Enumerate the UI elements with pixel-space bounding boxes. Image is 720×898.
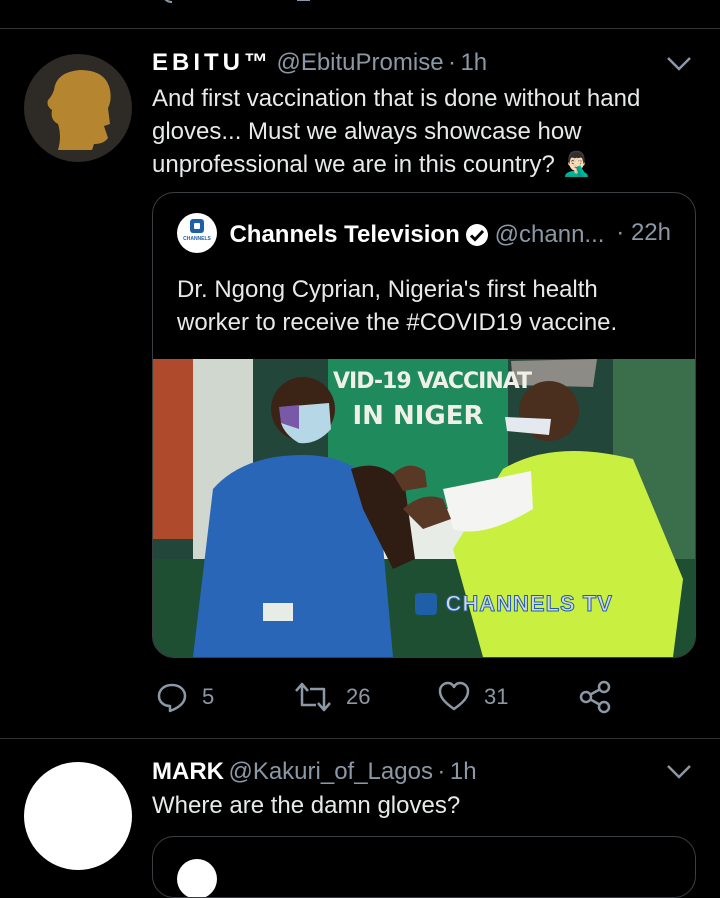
reply-count: 5 (202, 684, 215, 709)
tweet-text-line: unprofessional we are in this country? (152, 151, 555, 178)
tweet-text-line: gloves... Must we always showcase how (152, 118, 582, 145)
quote-timestamp[interactable]: · 22h (616, 219, 671, 247)
tweet-text-line: And first vaccination that is done witho… (152, 85, 641, 112)
facepalm-emoji: 🤦🏻‍♂️ (561, 151, 592, 178)
quote-text-line: Dr. Ngong Cyprian, Nigeria's first healt… (177, 276, 598, 303)
quote-header: CHANNELS Channels Television @chann... (177, 213, 605, 255)
tweet-header: EBITU™ @EbituPromise · 1h (152, 48, 487, 81)
timestamp[interactable]: 1h (460, 49, 487, 76)
display-name[interactable]: EBITU™ (152, 49, 272, 76)
channels-logo-mark (178, 214, 216, 252)
separator-dot: · (448, 49, 456, 76)
tweet-text: And first vaccination that is done witho… (152, 82, 692, 181)
reply-button[interactable]: 5 (156, 675, 214, 719)
timestamp[interactable]: 1h (450, 758, 477, 785)
reply-icon (157, 683, 187, 713)
quote-handle[interactable]: @chann... (495, 221, 605, 248)
divider (0, 28, 720, 29)
like-button[interactable]: 31 (438, 675, 508, 719)
banner-text: VID-19 VACCINAT IN NIGER (333, 365, 532, 433)
display-name[interactable]: MARK (152, 758, 224, 785)
quote-text-line: worker to receive the #COVID19 vaccine. (177, 309, 618, 336)
retweet-icon[interactable] (296, 0, 318, 4)
avatar[interactable] (24, 54, 132, 162)
share-icon[interactable] (592, 0, 614, 4)
banner-line: IN NIGER (352, 401, 484, 431)
channels-logo[interactable]: CHANNELS (177, 213, 217, 253)
heart-icon (438, 681, 470, 711)
share-icon (579, 680, 611, 714)
retweet-button[interactable]: 26 (294, 675, 370, 719)
handle[interactable]: @Kakuri_of_Lagos (228, 758, 433, 785)
avatar[interactable] (24, 762, 132, 870)
watermark-logo-icon (415, 593, 437, 615)
logo-text: CHANNELS (183, 236, 211, 242)
quote-logo-partial (177, 859, 217, 897)
chevron-down-icon[interactable] (666, 56, 692, 72)
divider (0, 738, 720, 739)
watermark-text: CHANNELS TV (445, 591, 613, 617)
verified-badge-icon (466, 224, 489, 246)
reply-header: MARK @Kakuri_of_Lagos · 1h (152, 757, 477, 790)
banner-line: VID-19 VACCINAT (333, 369, 532, 394)
tweet-action-bar: 5 26 31 (152, 675, 632, 719)
quote-media-image[interactable]: VID-19 VACCINAT IN NIGER CHANNELS TV (153, 359, 695, 657)
retweet-count: 26 (346, 684, 371, 709)
like-icon[interactable] (442, 0, 464, 4)
chevron-down-icon[interactable] (666, 764, 692, 780)
separator-dot: · (437, 758, 446, 785)
share-button[interactable] (578, 675, 612, 719)
quote-text: Dr. Ngong Cyprian, Nigeria's first healt… (177, 273, 637, 339)
quote-display-name[interactable]: Channels Television (229, 221, 459, 248)
watermark: CHANNELS TV (415, 591, 613, 617)
head-silhouette-logo (47, 70, 111, 150)
quote-tweet-card[interactable]: CHANNELS Channels Television @chann... ·… (152, 192, 696, 658)
previous-tweet-actions (0, 0, 720, 28)
quote-tweet-card[interactable] (152, 836, 696, 898)
handle[interactable]: @EbituPromise (276, 49, 443, 76)
like-count: 31 (484, 684, 509, 709)
reply-icon[interactable] (160, 0, 182, 4)
retweet-icon (295, 682, 331, 712)
reply-text: Where are the damn gloves? (152, 792, 461, 819)
